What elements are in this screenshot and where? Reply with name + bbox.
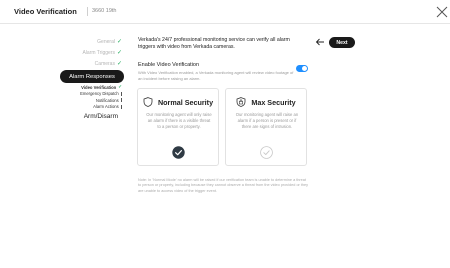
step-general[interactable]: General ✓ bbox=[60, 36, 122, 47]
card-description: Our monitoring agent will only raise an … bbox=[146, 112, 212, 129]
substep-emergency-dispatch-label: Emergency Dispatch bbox=[80, 91, 119, 97]
check-icon: ✓ bbox=[116, 61, 122, 67]
next-button[interactable]: Next bbox=[329, 37, 355, 48]
card-header: Normal Security bbox=[138, 97, 218, 107]
substep-notifications-label: Notifications bbox=[95, 97, 119, 103]
step-marker bbox=[121, 98, 122, 103]
wizard-steps: General ✓ Alarm Triggers ✓ Cameras ✓ Ala… bbox=[60, 36, 124, 122]
title-divider bbox=[87, 7, 88, 16]
enable-video-verification-description: With Video Verification enabled, a Verka… bbox=[138, 70, 294, 81]
step-alarm-triggers[interactable]: Alarm Triggers ✓ bbox=[60, 47, 122, 58]
step-marker bbox=[121, 104, 122, 109]
normal-security-card[interactable]: Normal Security Our monitoring agent wil… bbox=[137, 88, 219, 166]
intro-text: Verkada's 24/7 professional monitoring s… bbox=[138, 37, 290, 50]
unselected-check-icon bbox=[260, 146, 273, 159]
shield-icon bbox=[143, 97, 153, 107]
card-header: Max Security bbox=[226, 97, 306, 107]
step-alarm-responses[interactable]: Alarm Responses bbox=[60, 70, 124, 83]
card-title: Normal Security bbox=[157, 97, 214, 107]
step-alarm-responses-label: Alarm Responses bbox=[69, 73, 115, 80]
step-marker bbox=[121, 91, 122, 96]
check-icon: ✓ bbox=[118, 84, 122, 90]
site-name: 3660 19th bbox=[92, 8, 117, 14]
video-verification-toggle[interactable] bbox=[296, 65, 308, 72]
check-icon: ✓ bbox=[116, 39, 122, 45]
selected-check-icon bbox=[172, 146, 185, 159]
card-description: Our monitoring agent will raise an alarm… bbox=[235, 112, 299, 129]
step-cameras[interactable]: Cameras ✓ bbox=[60, 58, 122, 69]
step-general-label: General bbox=[97, 38, 115, 45]
normal-mode-note: Note: In 'Normal Mode' no alarm will be … bbox=[138, 178, 309, 193]
substep-video-verification-label: Video Verification bbox=[81, 84, 117, 90]
step-cameras-label: Cameras bbox=[94, 60, 115, 67]
max-security-card[interactable]: Max Security Our monitoring agent will r… bbox=[225, 88, 307, 166]
step-arm-disarm-label: Arm/Disarm bbox=[83, 112, 118, 120]
check-icon: ✓ bbox=[116, 50, 122, 56]
step-arm-disarm[interactable]: Arm/Disarm bbox=[60, 110, 122, 122]
enable-video-verification-label: Enable Video Verification bbox=[138, 62, 200, 68]
toggle-knob bbox=[302, 66, 307, 71]
substep-alarm-actions-label: Alarm Actions bbox=[93, 104, 119, 110]
step-alarm-triggers-label: Alarm Triggers bbox=[82, 49, 115, 56]
card-title: Max Security bbox=[251, 97, 296, 107]
modal-header: Video Verification 3660 19th bbox=[0, 0, 450, 24]
back-arrow-icon[interactable] bbox=[315, 38, 325, 46]
shield-lock-icon bbox=[236, 97, 246, 107]
modal-title: Video Verification bbox=[14, 7, 77, 16]
close-icon[interactable] bbox=[436, 6, 448, 18]
